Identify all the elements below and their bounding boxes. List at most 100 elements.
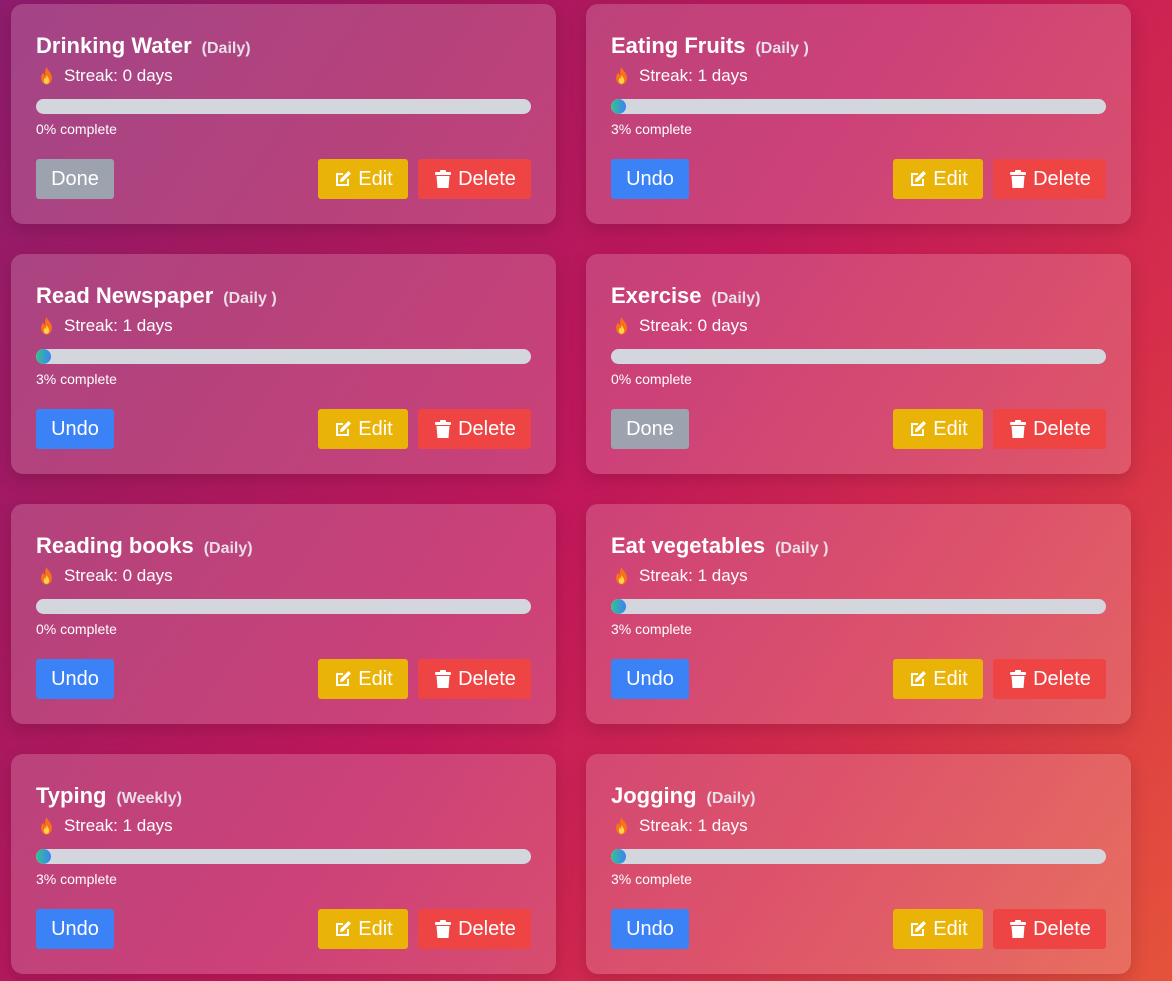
toggle-button[interactable]: Undo: [36, 909, 114, 949]
delete-button[interactable]: Delete: [418, 659, 531, 699]
edit-icon: [336, 421, 352, 436]
habit-card: Reading books (Daily) Streak: 0 days 0% …: [11, 504, 556, 724]
delete-label: Delete: [458, 417, 516, 440]
delete-button[interactable]: Delete: [418, 909, 531, 949]
delete-label: Delete: [1033, 167, 1091, 190]
habit-title: Eating Fruits: [611, 33, 746, 58]
edit-icon: [911, 671, 927, 686]
progress-bar: [36, 349, 531, 364]
delete-label: Delete: [1033, 417, 1091, 440]
trash-icon: [1010, 670, 1027, 688]
habit-frequency: (Daily ): [223, 290, 277, 307]
edit-icon: [336, 921, 352, 936]
edit-label: Edit: [358, 917, 393, 940]
toggle-button[interactable]: Done: [36, 159, 114, 199]
habit-card: Typing (Weekly) Streak: 1 days 3% comple…: [11, 754, 556, 974]
trash-icon: [1010, 920, 1027, 938]
delete-button[interactable]: Delete: [418, 409, 531, 449]
edit-icon: [911, 171, 927, 186]
edit-button[interactable]: Edit: [318, 409, 408, 449]
edit-button[interactable]: Edit: [318, 159, 408, 199]
delete-label: Delete: [458, 917, 516, 940]
habit-header: Exercise (Daily): [611, 283, 760, 309]
habit-card: Jogging (Daily) Streak: 1 days 3% comple…: [586, 754, 1131, 974]
toggle-button[interactable]: Undo: [611, 659, 689, 699]
habit-streak: Streak: 0 days: [39, 66, 173, 86]
trash-icon: [1010, 170, 1027, 188]
progress-bar: [611, 599, 1106, 614]
habit-title: Exercise: [611, 283, 702, 308]
progress-bar: [611, 99, 1106, 114]
progress-label: 3% complete: [611, 621, 692, 637]
delete-label: Delete: [1033, 667, 1091, 690]
habit-streak: Streak: 0 days: [39, 566, 173, 586]
trash-icon: [1010, 420, 1027, 438]
habit-streak: Streak: 1 days: [39, 816, 173, 836]
fire-icon: [616, 67, 627, 85]
progress-bar: [36, 849, 531, 864]
progress-fill: [36, 849, 51, 864]
edit-button[interactable]: Edit: [893, 159, 983, 199]
habit-streak: Streak: 0 days: [614, 316, 748, 336]
habit-card: Drinking Water (Daily) Streak: 0 days 0%…: [11, 4, 556, 224]
edit-button[interactable]: Edit: [893, 409, 983, 449]
edit-button[interactable]: Edit: [318, 659, 408, 699]
progress-bar: [611, 349, 1106, 364]
delete-label: Delete: [458, 667, 516, 690]
habit-frequency: (Daily): [711, 290, 761, 307]
streak-text: Streak: 0 days: [64, 566, 173, 585]
edit-button[interactable]: Edit: [893, 659, 983, 699]
habit-frequency: (Daily ): [775, 540, 829, 557]
fire-icon: [616, 817, 627, 835]
progress-label: 3% complete: [36, 871, 117, 887]
edit-button[interactable]: Edit: [893, 909, 983, 949]
fire-icon: [616, 567, 627, 585]
habit-card: Eat vegetables (Daily ) Streak: 1 days 3…: [586, 504, 1131, 724]
edit-icon: [336, 171, 352, 186]
habit-header: Read Newspaper (Daily ): [36, 283, 277, 309]
delete-button[interactable]: Delete: [418, 159, 531, 199]
habit-header: Eating Fruits (Daily ): [611, 33, 809, 59]
edit-icon: [336, 671, 352, 686]
streak-text: Streak: 0 days: [64, 66, 173, 85]
streak-text: Streak: 1 days: [64, 316, 173, 335]
habit-title: Typing: [36, 783, 107, 808]
progress-bar: [36, 599, 531, 614]
fire-icon: [41, 817, 52, 835]
toggle-button[interactable]: Undo: [611, 159, 689, 199]
edit-icon: [911, 921, 927, 936]
toggle-button[interactable]: Done: [611, 409, 689, 449]
progress-fill: [36, 349, 51, 364]
fire-icon: [616, 317, 627, 335]
edit-label: Edit: [358, 167, 393, 190]
streak-text: Streak: 0 days: [639, 316, 748, 335]
delete-button[interactable]: Delete: [993, 409, 1106, 449]
delete-button[interactable]: Delete: [993, 909, 1106, 949]
edit-label: Edit: [933, 417, 968, 440]
habit-frequency: (Daily): [201, 40, 251, 57]
edit-label: Edit: [933, 667, 968, 690]
habit-card: Read Newspaper (Daily ) Streak: 1 days 3…: [11, 254, 556, 474]
edit-label: Edit: [358, 667, 393, 690]
edit-label: Edit: [933, 167, 968, 190]
habit-frequency: (Daily): [203, 540, 253, 557]
progress-label: 3% complete: [611, 871, 692, 887]
toggle-button[interactable]: Undo: [36, 659, 114, 699]
toggle-button[interactable]: Undo: [36, 409, 114, 449]
trash-icon: [435, 420, 452, 438]
progress-label: 3% complete: [36, 371, 117, 387]
streak-text: Streak: 1 days: [639, 566, 748, 585]
delete-label: Delete: [458, 167, 516, 190]
habit-frequency: (Daily): [706, 790, 756, 807]
habit-header: Eat vegetables (Daily ): [611, 533, 828, 559]
toggle-button[interactable]: Undo: [611, 909, 689, 949]
delete-button[interactable]: Delete: [993, 659, 1106, 699]
progress-label: 3% complete: [611, 121, 692, 137]
delete-button[interactable]: Delete: [993, 159, 1106, 199]
habit-header: Drinking Water (Daily): [36, 33, 251, 59]
habit-title: Reading books: [36, 533, 194, 558]
edit-button[interactable]: Edit: [318, 909, 408, 949]
habit-title: Eat vegetables: [611, 533, 766, 558]
habit-card: Exercise (Daily) Streak: 0 days 0% compl…: [586, 254, 1131, 474]
progress-bar: [611, 849, 1106, 864]
